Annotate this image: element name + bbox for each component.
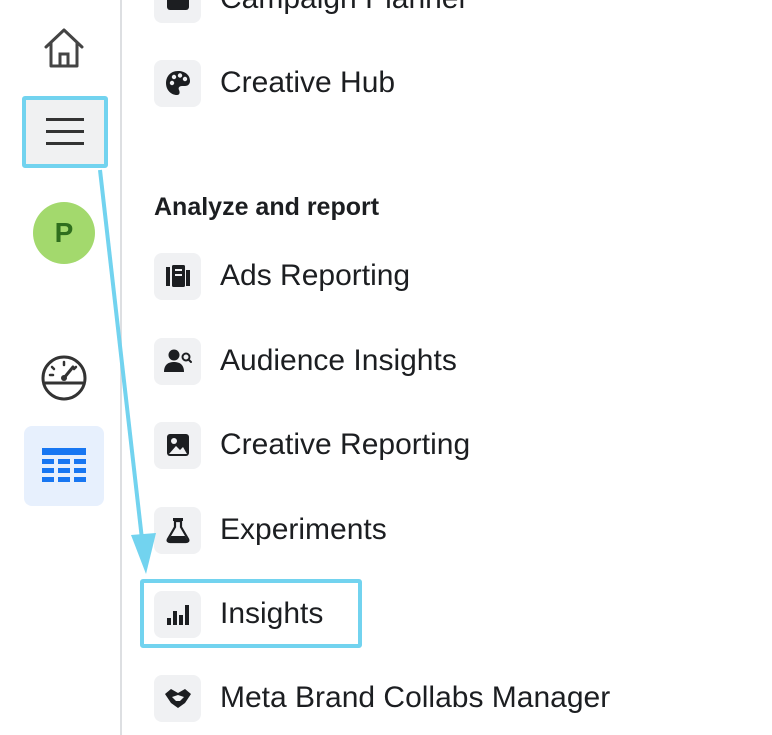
- home-button[interactable]: [36, 22, 92, 74]
- gauge-button[interactable]: [36, 350, 92, 406]
- menu-item-label: Campaign Planner: [220, 0, 468, 16]
- avatar[interactable]: P: [33, 202, 95, 264]
- menu-item-label: Ads Reporting: [220, 259, 411, 292]
- left-rail: P: [0, 0, 120, 735]
- table-grid-button[interactable]: [24, 426, 104, 506]
- menu-item-brand-collabs-manager[interactable]: Meta Brand Collabs Manager: [154, 673, 610, 723]
- menu-item-ads-reporting[interactable]: Ads Reporting: [154, 251, 410, 301]
- table-grid-icon: [42, 448, 86, 482]
- menu-item-experiments[interactable]: Experiments: [154, 505, 387, 555]
- menu-item-creative-reporting[interactable]: Creative Reporting: [154, 420, 470, 470]
- menu-item-label: Audience Insights: [220, 344, 457, 377]
- gauge-icon: [41, 355, 87, 401]
- ads-reporting-icon: [154, 252, 201, 300]
- menu-item-campaign-planner[interactable]: Campaign Planner: [154, 0, 468, 24]
- insights-highlight-box: [140, 579, 362, 648]
- menu-item-label: Experiments: [220, 513, 387, 546]
- section-title: Analyze and report: [154, 193, 380, 221]
- menu-button[interactable]: [22, 96, 108, 168]
- audience-insights-icon: [154, 337, 201, 385]
- menu-icon: [46, 118, 84, 145]
- rail-divider: [120, 0, 122, 735]
- menu-item-label: Creative Hub: [220, 66, 396, 99]
- campaign-planner-icon: [154, 0, 201, 23]
- creative-reporting-icon: [154, 421, 201, 469]
- menu-item-creative-hub[interactable]: Creative Hub: [154, 58, 395, 108]
- flask-icon: [154, 506, 201, 554]
- home-icon: [44, 28, 84, 68]
- palette-icon: [154, 59, 201, 107]
- menu-item-label: Meta Brand Collabs Manager: [220, 681, 611, 714]
- menu-item-audience-insights[interactable]: Audience Insights: [154, 336, 457, 386]
- handshake-icon: [154, 674, 201, 722]
- menu-item-label: Creative Reporting: [220, 428, 471, 461]
